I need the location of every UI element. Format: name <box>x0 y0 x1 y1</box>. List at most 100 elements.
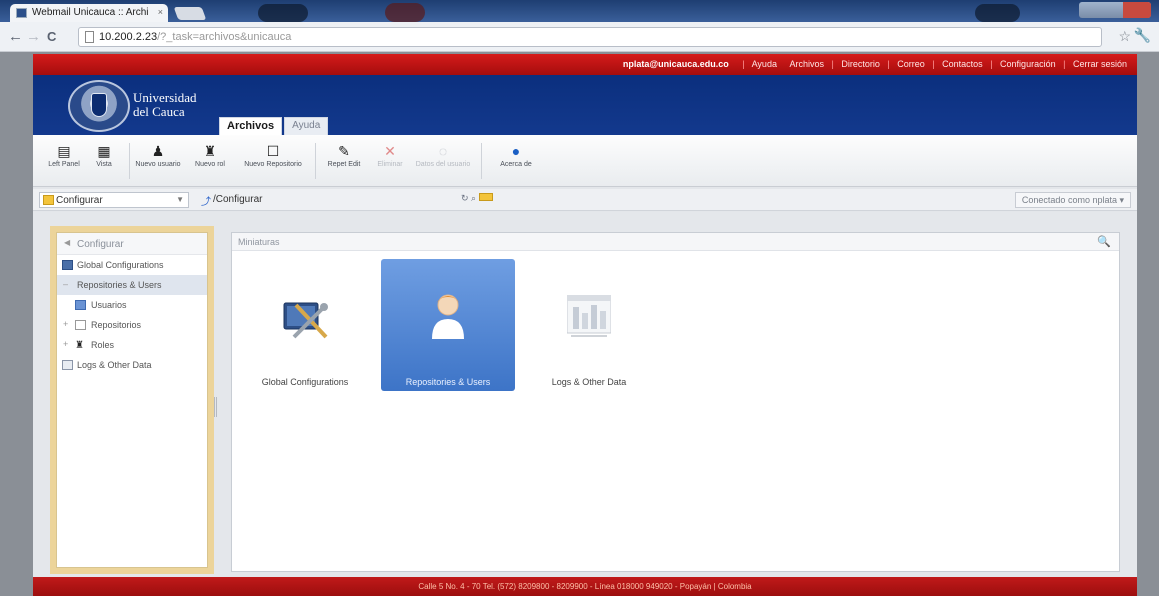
tree-item-roles[interactable]: + ♜ Roles <box>57 335 207 355</box>
settings-tree: ◀ Configurar Global Configurations – Rep… <box>56 232 208 568</box>
about-button[interactable]: ● Acerca de <box>489 137 543 185</box>
toolbar-divider <box>129 143 130 179</box>
thumbnail-global-configurations[interactable]: Global Configurations <box>238 259 372 391</box>
new-user-label: Nuevo usuario <box>135 161 181 168</box>
top-link-configuracion[interactable]: Configuración <box>1000 59 1056 69</box>
collapse-icon[interactable]: – <box>63 279 68 289</box>
tree-header[interactable]: ◀ Configurar <box>57 233 207 255</box>
browser-titlebar: Webmail Unicauca :: Archi × <box>0 0 1159 22</box>
back-arrow-icon[interactable]: ← <box>8 28 23 45</box>
expand-icon[interactable]: + <box>63 319 68 329</box>
url-host: 10.200.2.23 <box>99 31 158 43</box>
repository-select[interactable]: Configurar ▼ <box>39 192 189 208</box>
top-link-correo[interactable]: Correo <box>897 59 925 69</box>
top-link-cerrar-sesion[interactable]: Cerrar sesión <box>1073 59 1127 69</box>
forward-arrow-icon[interactable]: → <box>26 28 41 45</box>
about-label: Acerca de <box>500 161 532 168</box>
group-icon: ♜ <box>203 143 217 159</box>
tools-icon <box>283 302 328 339</box>
settings-icon <box>62 260 73 270</box>
delete-button[interactable]: ✕ Eliminar <box>363 137 417 185</box>
new-role-button[interactable]: ♜ Nuevo rol <box>183 137 237 185</box>
thumbnail-panel-title: Miniaturas <box>238 237 280 247</box>
folder-icon <box>43 195 54 205</box>
panel-icon: ▤ <box>57 143 71 159</box>
delete-icon: ✕ <box>384 143 396 159</box>
repository-select-value: Configurar <box>56 195 103 206</box>
wrench-icon[interactable]: 🔧 <box>1134 27 1151 44</box>
toolbar-divider <box>315 143 316 179</box>
logs-icon <box>62 360 73 370</box>
users-icon <box>75 300 86 310</box>
top-link-directorio[interactable]: Directorio <box>841 59 880 69</box>
view-label: Vista <box>96 161 112 168</box>
tree-item-repositorios[interactable]: + Repositorios <box>57 315 207 335</box>
user-icon: ♟ <box>151 143 165 159</box>
bookmark-folder-icon[interactable] <box>478 193 493 201</box>
repository-icon <box>75 320 86 330</box>
address-bar[interactable]: 10.200.2.23/?_task=archivos&unicauca <box>78 27 1102 47</box>
background-decoration <box>258 4 308 22</box>
repository-icon: ☐ <box>266 143 280 159</box>
user-data-button[interactable]: ◌ Datos del usuario <box>413 137 473 185</box>
background-decoration <box>975 4 1020 22</box>
tree-item-label: Roles <box>91 340 115 350</box>
session-indicator[interactable]: Conectado como nplata ▾ <box>1014 192 1131 208</box>
tree-item-label: Repositories & Users <box>77 280 162 290</box>
tree-item-label: Usuarios <box>91 300 127 310</box>
window-close-button[interactable] <box>1123 2 1151 18</box>
expand-icon[interactable]: + <box>63 339 68 349</box>
panel-splitter-handle[interactable] <box>214 397 217 417</box>
thumbnail-label: Logs & Other Data <box>551 377 627 387</box>
view-button[interactable]: ▦ Vista <box>77 137 131 185</box>
page-icon <box>85 31 94 43</box>
footer-text: Calle 5 No. 4 - 70 Tel. (572) 8209800 - … <box>418 582 752 591</box>
new-repository-button[interactable]: ☐ Nuevo Repositorio <box>241 137 305 185</box>
university-name-line2: del Cauca <box>133 104 185 119</box>
thumbnail-logs-other-data[interactable]: Logs & Other Data <box>522 259 656 391</box>
user-data-label: Datos del usuario <box>415 161 471 168</box>
logged-user: nplata@unicauca.edu.co <box>622 59 729 69</box>
action-toolbar: ▤ Left Panel ▦ Vista ♟ Nuevo usuario ♜ N… <box>33 135 1137 187</box>
tab-archivos[interactable]: Archivos <box>219 117 283 135</box>
browser-tab[interactable]: Webmail Unicauca :: Archi × <box>10 4 168 22</box>
path-value: /Configurar <box>213 194 263 205</box>
tab-close-icon[interactable]: × <box>158 7 163 17</box>
browser-toolbar: ← → C 10.200.2.23/?_task=archivos&unicau… <box>0 22 1159 52</box>
zoom-icon[interactable]: 🔍 <box>1097 235 1111 248</box>
tree-item-usuarios[interactable]: Usuarios <box>57 295 207 315</box>
new-user-button[interactable]: ♟ Nuevo usuario <box>131 137 185 185</box>
tab-favicon-icon <box>16 8 27 18</box>
top-link-contactos[interactable]: Contactos <box>942 59 983 69</box>
tab-title: Webmail Unicauca :: Archi <box>32 7 149 18</box>
thumbnail-repositories-users[interactable]: Repositories & Users <box>381 259 515 391</box>
background-decoration <box>385 3 425 22</box>
reload-icon[interactable]: C <box>47 29 56 44</box>
chevron-left-icon: ◀ <box>64 238 71 247</box>
app-footer: Calle 5 No. 4 - 70 Tel. (572) 8209800 - … <box>33 577 1137 596</box>
university-name: Universidad del Cauca <box>133 91 197 119</box>
new-tab-button[interactable] <box>173 7 207 20</box>
tree-item-global-configurations[interactable]: Global Configurations <box>57 255 207 275</box>
path-tools[interactable]: ↻ ⌕ <box>461 193 493 204</box>
tree-item-repositories-users[interactable]: – Repositories & Users <box>57 275 207 295</box>
view-icon: ▦ <box>97 143 111 159</box>
tree-item-label: Repositorios <box>91 320 142 330</box>
tab-ayuda[interactable]: Ayuda <box>284 117 329 135</box>
info-icon: ● <box>511 143 521 159</box>
tree-item-logs-other-data[interactable]: Logs & Other Data <box>57 355 207 375</box>
top-link-archivos[interactable]: Archivos <box>789 59 824 69</box>
group-icon: ♜ <box>75 340 84 351</box>
content-area: ◀ Configurar Global Configurations – Rep… <box>33 212 1137 577</box>
chevron-down-icon: ▼ <box>176 195 184 204</box>
session-label: Conectado como nplata <box>1021 195 1117 205</box>
university-name-line1: Universidad <box>133 90 197 105</box>
path-field[interactable]: ⤴ /Configurar <box>201 192 501 208</box>
bookmark-star-icon[interactable]: ☆ <box>1118 28 1131 45</box>
folder-up-icon[interactable]: ⤴ <box>201 193 211 208</box>
toolbar-divider <box>481 143 482 179</box>
thumbnail-label: Repositories & Users <box>405 377 491 387</box>
top-link-ayuda[interactable]: Ayuda <box>752 59 777 69</box>
delete-label: Eliminar <box>377 161 403 168</box>
logs-chart-icon <box>567 295 611 337</box>
